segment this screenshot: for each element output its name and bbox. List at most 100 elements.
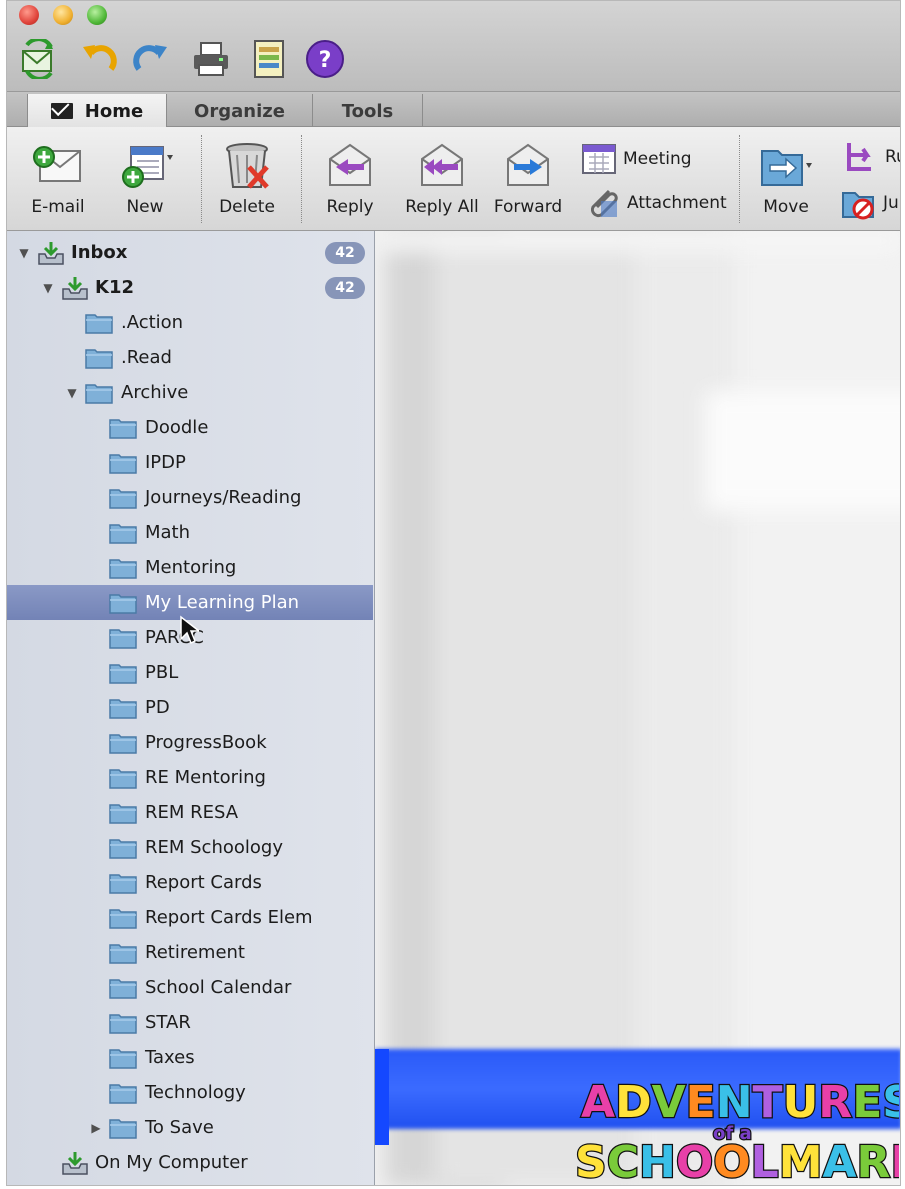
folder-label: Technology — [145, 1082, 246, 1103]
folder-icon — [109, 418, 137, 439]
junk-button[interactable]: Ju — [841, 185, 899, 221]
folder-re-mentoring[interactable]: ▶RE Mentoring — [7, 760, 373, 795]
send-receive-icon[interactable] — [19, 37, 59, 81]
folder-label: Report Cards Elem — [145, 907, 313, 928]
folder-label: Mentoring — [145, 557, 237, 578]
folder-pd[interactable]: ▶PD — [7, 690, 373, 725]
folder-rem-schoology[interactable]: ▶REM Schoology — [7, 830, 373, 865]
undo-icon[interactable] — [79, 39, 119, 79]
ribbon-tab-bar: Home Organize Tools — [7, 91, 900, 128]
tab-organize[interactable]: Organize — [167, 94, 313, 128]
folder-icon — [109, 873, 137, 894]
folder-report-cards[interactable]: ▶Report Cards — [7, 865, 373, 900]
layout-icon[interactable] — [249, 39, 289, 79]
folder-retirement[interactable]: ▶Retirement — [7, 935, 373, 970]
move-folder-icon — [758, 137, 814, 193]
folder-doodle[interactable]: ▶Doodle — [7, 410, 373, 445]
unread-count-badge: 42 — [325, 277, 365, 299]
folder-progressbook[interactable]: ▶ProgressBook — [7, 725, 373, 760]
zoom-window-button[interactable] — [87, 5, 107, 25]
new-button-label: New — [126, 197, 164, 217]
folder-read[interactable]: ▶.Read — [7, 340, 373, 375]
folder-label: REM Schoology — [145, 837, 283, 858]
help-icon[interactable]: ? — [305, 39, 345, 79]
folder-ipdp[interactable]: ▶IPDP — [7, 445, 373, 480]
rules-icon — [847, 143, 871, 171]
folder-school-calendar[interactable]: ▶School Calendar — [7, 970, 373, 1005]
folder-action[interactable]: ▶.Action — [7, 305, 373, 340]
folder-archive[interactable]: ▼ Archive — [7, 375, 373, 410]
disclosure-expanded-icon[interactable]: ▼ — [65, 386, 79, 400]
tab-home[interactable]: Home — [27, 94, 167, 128]
folder-star[interactable]: ▶STAR — [7, 1005, 373, 1040]
paperclip-icon — [590, 189, 618, 218]
new-button[interactable]: New — [103, 137, 187, 217]
folder-label: Taxes — [145, 1047, 195, 1068]
minimize-window-button[interactable] — [53, 5, 73, 25]
meeting-button[interactable]: Meeting — [581, 141, 692, 177]
folder-journeys-reading[interactable]: ▶Journeys/Reading — [7, 480, 373, 515]
folder-technology[interactable]: ▶Technology — [7, 1075, 373, 1110]
ribbon-separator — [201, 135, 202, 223]
rules-button[interactable]: Ru — [843, 139, 900, 175]
folder-icon — [109, 943, 137, 964]
folder-report-cards-elem[interactable]: ▶Report Cards Elem — [7, 900, 373, 935]
folder-taxes[interactable]: ▶Taxes — [7, 1040, 373, 1075]
folder-label: K12 — [95, 277, 134, 298]
folder-label: Journeys/Reading — [145, 487, 302, 508]
account-k12[interactable]: ▼ K12 42 — [7, 270, 373, 305]
folder-label: Inbox — [71, 242, 128, 263]
tab-organize-label: Organize — [194, 100, 285, 122]
disclosure-expanded-icon[interactable]: ▼ — [17, 246, 31, 260]
folder-math[interactable]: ▶Math — [7, 515, 373, 550]
disclosure-expanded-icon[interactable]: ▼ — [41, 281, 55, 295]
watermark-line1: ADVENTURES — [581, 1077, 899, 1128]
reply-all-button-label: Reply All — [405, 197, 479, 217]
folder-rem-resa[interactable]: ▶REM RESA — [7, 795, 373, 830]
folder-label: RE Mentoring — [145, 767, 266, 788]
disclosure-collapsed-icon[interactable]: ▶ — [89, 1121, 103, 1135]
account-on-my-computer[interactable]: ▶On My Computer — [7, 1145, 373, 1180]
folder-label: IPDP — [145, 452, 186, 473]
reply-button[interactable]: Reply — [315, 137, 385, 217]
email-button[interactable]: E-mail — [21, 137, 95, 217]
folder-pbl[interactable]: ▶PBL — [7, 655, 373, 690]
folder-label: My Learning Plan — [145, 592, 300, 613]
folder-icon — [109, 838, 137, 859]
folder-inbox[interactable]: ▼ Inbox 42 — [7, 235, 373, 270]
folder-label: .Action — [121, 312, 184, 333]
meeting-button-label: Meeting — [623, 149, 692, 169]
message-pane — [375, 231, 900, 1185]
redo-icon[interactable] — [131, 39, 171, 79]
attachment-button[interactable]: Attachment — [585, 185, 727, 221]
folder-label: To Save — [145, 1117, 214, 1138]
folder-icon — [109, 453, 137, 474]
close-window-button[interactable] — [19, 5, 39, 25]
folder-icon — [109, 978, 137, 999]
folder-icon — [109, 1083, 137, 1104]
folder-sidebar: ▼Inbox42▼K1242▶.Action▶.Read▼Archive▶Doo… — [7, 231, 375, 1185]
folder-icon — [109, 523, 137, 544]
forward-button[interactable]: Forward — [485, 137, 571, 217]
folder-label: PBL — [145, 662, 179, 683]
selection-edge — [375, 1049, 389, 1145]
reply-icon — [322, 137, 378, 193]
rules-button-label: Ru — [885, 147, 900, 167]
print-icon[interactable] — [191, 39, 231, 79]
move-button[interactable]: Move — [745, 137, 827, 217]
watermark-line3: SCHOOLMARM — [575, 1137, 899, 1185]
folder-to-save[interactable]: ▶ To Save — [7, 1110, 373, 1145]
forward-icon — [500, 137, 556, 193]
tab-home-label: Home — [84, 100, 144, 122]
folder-icon — [85, 313, 113, 334]
folder-mentoring[interactable]: ▶Mentoring — [7, 550, 373, 585]
delete-button[interactable]: Delete — [207, 137, 287, 217]
junk-button-label: Ju — [883, 193, 899, 213]
delete-button-label: Delete — [219, 197, 275, 217]
tab-tools[interactable]: Tools — [313, 94, 423, 128]
forward-button-label: Forward — [493, 197, 563, 217]
attachment-button-label: Attachment — [627, 193, 727, 213]
reply-all-button[interactable]: Reply All — [397, 137, 487, 217]
folder-label: .Read — [121, 347, 172, 368]
ribbon-separator — [301, 135, 302, 223]
